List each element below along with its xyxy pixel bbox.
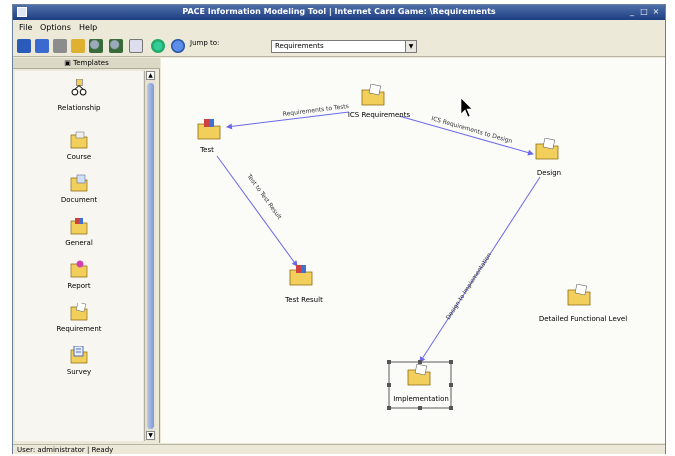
edge-label: Design to Implementation xyxy=(445,252,494,322)
menu-file[interactable]: File xyxy=(19,23,32,32)
node-label: Design xyxy=(536,169,562,177)
chevron-down-icon[interactable]: ▼ xyxy=(405,41,416,52)
edge-label: ICS Requirements to Design xyxy=(430,115,513,145)
template-label: Document xyxy=(60,196,98,204)
window-title: PACE Information Modeling Tool | Interne… xyxy=(182,7,496,16)
report-icon xyxy=(70,260,88,278)
template-relationship[interactable]: Relationship xyxy=(15,79,143,119)
node-label: Test xyxy=(200,146,214,154)
selection-handle[interactable] xyxy=(387,383,391,387)
open-folder-icon[interactable] xyxy=(71,39,85,53)
save-icon[interactable] xyxy=(17,39,31,53)
maximize-button[interactable]: □ xyxy=(639,7,649,17)
template-report[interactable]: Report xyxy=(15,260,143,300)
folder-icon xyxy=(535,138,559,160)
jump-to-label: Jump to: xyxy=(190,39,220,47)
document-icon xyxy=(70,174,88,192)
selection-handle[interactable] xyxy=(387,360,391,364)
course-icon xyxy=(70,131,88,149)
template-label: Relationship xyxy=(57,104,101,112)
jump-to-select[interactable]: Requirements ▼ xyxy=(271,40,417,53)
menu-options[interactable]: Options xyxy=(40,23,71,32)
diagram-canvas[interactable]: Requirements to Tests ICS Requirements t… xyxy=(161,58,665,443)
relationship-icon xyxy=(71,79,87,96)
folder-icon xyxy=(361,84,385,106)
template-list: Relationship Course Document General Rep… xyxy=(15,71,143,441)
template-label: Requirement xyxy=(56,325,102,333)
template-document[interactable]: Document xyxy=(15,174,143,214)
templates-header: ▣ Templates xyxy=(13,58,160,69)
node-test[interactable]: Test xyxy=(197,118,227,158)
node-label: Implementation xyxy=(393,395,449,403)
selection-handle[interactable] xyxy=(449,360,453,364)
template-label: General xyxy=(65,239,93,247)
minimize-button[interactable]: _ xyxy=(627,7,637,17)
edge-test-to-result[interactable] xyxy=(216,155,298,267)
template-label: Survey xyxy=(66,368,92,376)
refresh-icon[interactable] xyxy=(151,39,165,53)
templates-icon: ▣ xyxy=(64,59,74,67)
folder-icon xyxy=(407,364,431,386)
folder-icon xyxy=(289,265,313,286)
selection-handle[interactable] xyxy=(449,383,453,387)
selection-handle[interactable] xyxy=(387,406,391,410)
zoom-out-icon[interactable] xyxy=(109,39,123,53)
general-icon xyxy=(70,218,88,235)
template-label: Report xyxy=(67,282,91,290)
status-bar: User: administrator | Ready xyxy=(13,444,665,454)
info-icon[interactable] xyxy=(171,39,185,53)
zoom-in-icon[interactable] xyxy=(89,39,103,53)
selection-handle[interactable] xyxy=(449,406,453,410)
templates-scrollbar[interactable]: ▲ ▼ xyxy=(144,71,156,441)
toolbar: Jump to: Requirements ▼ xyxy=(13,35,665,57)
status-text: User: administrator | Ready xyxy=(17,446,114,454)
menu-bar: File Options Help xyxy=(13,21,665,34)
edge-label: Test to Test Result xyxy=(245,172,283,221)
jump-to-value: Requirements xyxy=(275,42,324,50)
menu-help[interactable]: Help xyxy=(79,23,97,32)
node-design[interactable]: Design xyxy=(535,138,565,178)
node-label: Detailed Functional Level xyxy=(538,315,628,323)
requirement-icon xyxy=(70,303,88,321)
close-button[interactable]: × xyxy=(651,7,661,17)
templates-panel: ▣ Templates Relationship Course Document… xyxy=(13,58,160,443)
scroll-up-icon[interactable]: ▲ xyxy=(146,71,155,80)
node-label: ICS Requirements xyxy=(347,111,411,119)
template-label: Course xyxy=(66,153,92,161)
cursor-icon xyxy=(460,97,473,118)
node-test-result[interactable]: Test Result xyxy=(285,264,323,304)
scroll-thumb[interactable] xyxy=(147,83,154,429)
folder-icon xyxy=(567,284,591,306)
survey-icon xyxy=(70,346,88,364)
print-icon[interactable] xyxy=(53,39,67,53)
app-window: PACE Information Modeling Tool | Interne… xyxy=(12,4,666,454)
node-detailed-functional-level[interactable]: Detailed Functional Level xyxy=(539,284,627,324)
template-requirement[interactable]: Requirement xyxy=(15,303,143,343)
grid-icon[interactable] xyxy=(129,39,143,53)
templates-title: Templates xyxy=(73,59,109,67)
template-survey[interactable]: Survey xyxy=(15,346,143,386)
template-general[interactable]: General xyxy=(15,217,143,257)
edge-ics-to-design[interactable] xyxy=(398,115,534,156)
title-bar: PACE Information Modeling Tool | Interne… xyxy=(13,5,665,20)
node-implementation[interactable]: Implementation xyxy=(393,364,449,404)
node-ics-requirements[interactable]: ICS Requirements xyxy=(348,84,410,128)
save-all-icon[interactable] xyxy=(35,39,49,53)
selection-handle[interactable] xyxy=(418,406,422,410)
folder-icon xyxy=(197,119,221,140)
node-label: Test Result xyxy=(285,296,323,304)
template-course[interactable]: Course xyxy=(15,131,143,171)
scroll-down-icon[interactable]: ▼ xyxy=(146,431,155,440)
